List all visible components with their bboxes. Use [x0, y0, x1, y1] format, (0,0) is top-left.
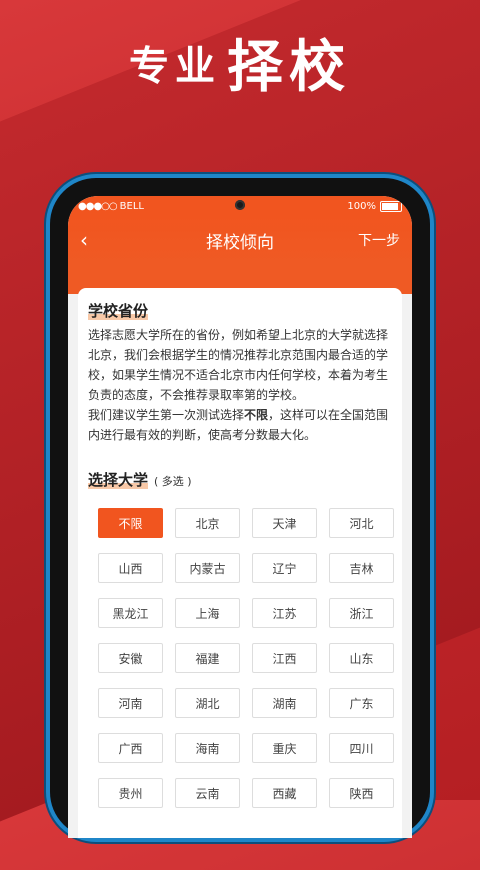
signal-icon: ●●●○○ [78, 200, 118, 212]
description-para2-before: 我们建议学生第一次测试选择 [88, 408, 245, 422]
phone-frame: ●●●○○ BELL 100% ‹ 择校倾向 下一步 学校省份 选择志愿大学所在… [50, 178, 430, 838]
province-chip[interactable]: 湖南 [252, 688, 317, 718]
province-chip[interactable]: 江苏 [252, 598, 317, 628]
province-chip[interactable]: 辽宁 [252, 553, 317, 583]
select-section-title-text: 选择大学 [88, 471, 149, 489]
province-chip[interactable]: 河南 [98, 688, 163, 718]
multi-select-hint: ( 多选 ) [154, 475, 192, 488]
province-chip[interactable]: 安徽 [98, 643, 163, 673]
province-chip[interactable]: 重庆 [252, 733, 317, 763]
province-chip[interactable]: 上海 [175, 598, 240, 628]
status-left: ●●●○○ BELL [78, 201, 144, 212]
province-chip[interactable]: 广东 [329, 688, 394, 718]
select-section-title: 选择大学 [88, 469, 149, 490]
nav-bar: ‹ 择校倾向 下一步 [68, 216, 412, 264]
description-para2-bold: 不限 [244, 408, 269, 422]
province-chip[interactable]: 四川 [329, 733, 394, 763]
province-chip[interactable]: 广西 [98, 733, 163, 763]
province-chip[interactable]: 黑龙江 [98, 598, 163, 628]
select-section-header: 选择大学 ( 多选 ) [88, 469, 392, 490]
province-chip[interactable]: 河北 [329, 508, 394, 538]
province-chip[interactable]: 福建 [175, 643, 240, 673]
battery-icon [380, 200, 402, 212]
province-chip[interactable]: 湖北 [175, 688, 240, 718]
battery-percent: 100% [347, 200, 376, 212]
description-para1: 选择志愿大学所在的省份，例如希望上北京的大学就选择北京，我们会根据学生的情况推荐… [88, 328, 389, 402]
province-chip[interactable]: 北京 [175, 508, 240, 538]
province-chip[interactable]: 山西 [98, 553, 163, 583]
phone-screen: ●●●○○ BELL 100% ‹ 择校倾向 下一步 学校省份 选择志愿大学所在… [68, 196, 412, 838]
banner-title-small: 专业 [129, 43, 221, 90]
province-section-title-text: 学校省份 [88, 302, 149, 320]
camera-icon [235, 200, 245, 210]
province-chip[interactable]: 贵州 [98, 778, 163, 808]
province-chip[interactable]: 江西 [252, 643, 317, 673]
carrier-label: BELL [119, 200, 144, 212]
province-chip[interactable]: 山东 [329, 643, 394, 673]
province-description: 选择志愿大学所在的省份，例如希望上北京的大学就选择北京，我们会根据学生的情况推荐… [88, 325, 392, 445]
banner-title: 专业 择校 [0, 22, 480, 103]
back-button[interactable]: ‹ [80, 228, 110, 252]
province-chip[interactable]: 天津 [252, 508, 317, 538]
province-grid: 不限 北京 天津 河北山西 内蒙古 辽宁 吉林黑龙江 上海 江苏 浙江安徽 福建 江西 山东河南 湖北 湖南… [88, 508, 394, 808]
province-chip[interactable]: 吉林 [329, 553, 394, 583]
province-chip[interactable]: 陕西 [329, 778, 394, 808]
province-chip[interactable]: 浙江 [329, 598, 394, 628]
province-chip[interactable]: 海南 [175, 733, 240, 763]
province-chip[interactable]: 不限 [98, 508, 163, 538]
province-chip[interactable]: 西藏 [252, 778, 317, 808]
next-step-button[interactable]: 下一步 [358, 230, 400, 250]
province-section-title: 学校省份 [88, 300, 149, 321]
province-chip[interactable]: 内蒙古 [175, 553, 240, 583]
banner-title-big: 择校 [227, 35, 351, 100]
province-chip[interactable]: 云南 [175, 778, 240, 808]
status-right: 100% [347, 200, 402, 212]
content-card: 学校省份 选择志愿大学所在的省份，例如希望上北京的大学就选择北京，我们会根据学生… [78, 288, 402, 838]
